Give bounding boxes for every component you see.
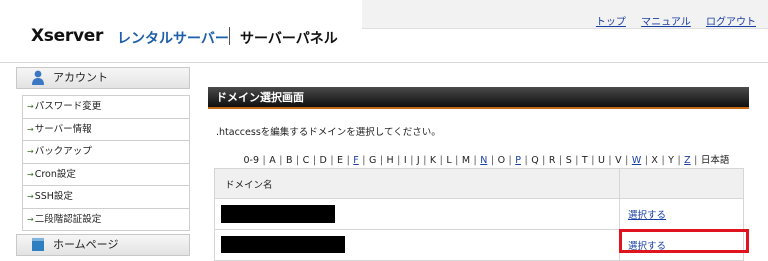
alphabet-letter: V	[615, 155, 622, 166]
instruction-text: .htaccessを編集するドメインを選択してください。	[216, 127, 441, 138]
column-header-action	[619, 168, 744, 199]
alphabet-letter: Q	[531, 155, 539, 166]
domain-table: ドメイン名 選択する 選択する	[214, 168, 744, 261]
select-domain-link[interactable]: 選択する	[628, 210, 666, 221]
action-cell: 選択する	[619, 198, 744, 230]
alphabet-letter: I	[403, 155, 407, 166]
alphabet-letter: R	[548, 155, 556, 166]
table-header-row: ドメイン名	[214, 168, 744, 199]
sidebar-item-server-info[interactable]: →サーバー情報	[23, 119, 189, 141]
sidebar-item-label: 二段階認証設定	[34, 213, 102, 225]
sidebar-item-password[interactable]: →パスワード変更	[23, 96, 189, 119]
alphabet-filter: 0-9 | A | B | C | D | E | F | G | H | I | J | K | L | M | N | O | P | Q | R |…	[240, 152, 733, 166]
alphabet-letter[interactable]: N	[477, 155, 491, 166]
alphabet-letter: 0-9	[243, 155, 260, 166]
user-icon	[32, 70, 44, 85]
alphabet-letter[interactable]: F	[350, 155, 362, 166]
alphabet-letter: C	[302, 155, 310, 166]
top-link[interactable]: トップ	[596, 17, 626, 28]
alphabet-letter: Y	[668, 155, 674, 166]
alphabet-letter: G	[368, 155, 377, 166]
arrow-icon: →	[27, 169, 34, 179]
alphabet-letter: U	[597, 155, 605, 166]
alphabet-letter: K	[429, 155, 437, 166]
sidebar-item-ssh[interactable]: →SSH設定	[23, 186, 189, 209]
sidebar-item-label: SSH設定	[34, 191, 73, 202]
alphabet-letter[interactable]: P	[512, 155, 525, 166]
alphabet-letter: M	[461, 155, 471, 166]
table-row: 選択する	[214, 198, 744, 230]
alphabet-letter[interactable]: W	[628, 155, 644, 166]
sidebar-account-title: アカウント	[53, 71, 108, 84]
redaction-block	[221, 205, 335, 223]
arrow-icon: →	[27, 147, 34, 156]
sidebar-account-header: アカウント	[16, 67, 190, 89]
select-domain-link[interactable]: 選択する	[628, 241, 666, 252]
domain-cell	[214, 229, 620, 261]
column-header-domain: ドメイン名	[214, 168, 620, 199]
domain-cell	[214, 198, 620, 230]
alphabet-letter: T	[581, 155, 588, 166]
sidebar-account-list: →パスワード変更 →サーバー情報 →バックアップ →Cron設定 →SSH設定 …	[22, 95, 190, 231]
logo-subtitle: レンタルサーバー	[117, 31, 229, 47]
sidebar-item-2fa[interactable]: →二段階認証設定	[23, 209, 189, 231]
alphabet-letter: X	[651, 155, 658, 166]
alphabet-letter: L	[446, 155, 452, 166]
sidebar-homepage-header[interactable]: ホームページ	[16, 234, 190, 256]
sidebar-item-backup[interactable]: →バックアップ	[23, 141, 189, 164]
arrow-icon: →	[27, 102, 34, 111]
logo-xserver: Xserver	[31, 26, 104, 46]
arrow-icon: →	[27, 192, 34, 201]
arrow-icon: →	[27, 124, 34, 134]
alphabet-letter: D	[319, 155, 327, 166]
logout-link[interactable]: ログアウト	[706, 17, 756, 28]
document-icon	[32, 238, 44, 251]
page-title: ドメイン選択画面	[208, 87, 749, 109]
logo-divider	[229, 27, 230, 45]
redaction-block	[221, 236, 345, 253]
sidebar-homepage-title: ホームページ	[53, 238, 119, 251]
panel-title: サーバーパネル	[240, 31, 338, 47]
alphabet-letter[interactable]: Z	[681, 155, 695, 166]
app-header: Xserver レンタルサーバー サーバーパネル トップ マニュアル ログアウト	[0, 0, 768, 63]
alphabet-letter: E	[337, 155, 344, 166]
arrow-icon: →	[27, 214, 34, 224]
alphabet-letter: J	[416, 155, 420, 166]
header-links: トップ マニュアル ログアウト	[584, 13, 756, 28]
alphabet-letter: H	[386, 155, 394, 166]
alphabet-letter: O	[497, 155, 506, 166]
alphabet-letter: A	[269, 155, 276, 166]
action-cell: 選択する	[619, 229, 744, 261]
sidebar-item-label: パスワード変更	[34, 101, 102, 112]
alphabet-letter: 日本語	[700, 155, 730, 166]
manual-link[interactable]: マニュアル	[641, 17, 691, 28]
sidebar-item-cron[interactable]: →Cron設定	[23, 164, 189, 186]
alphabet-letter: S	[565, 155, 572, 166]
sidebar-item-label: サーバー情報	[34, 123, 92, 135]
sidebar-item-label: Cron設定	[34, 168, 76, 180]
alphabet-letter: B	[285, 155, 293, 166]
sidebar-item-label: バックアップ	[34, 146, 92, 157]
table-row: 選択する	[214, 229, 744, 261]
